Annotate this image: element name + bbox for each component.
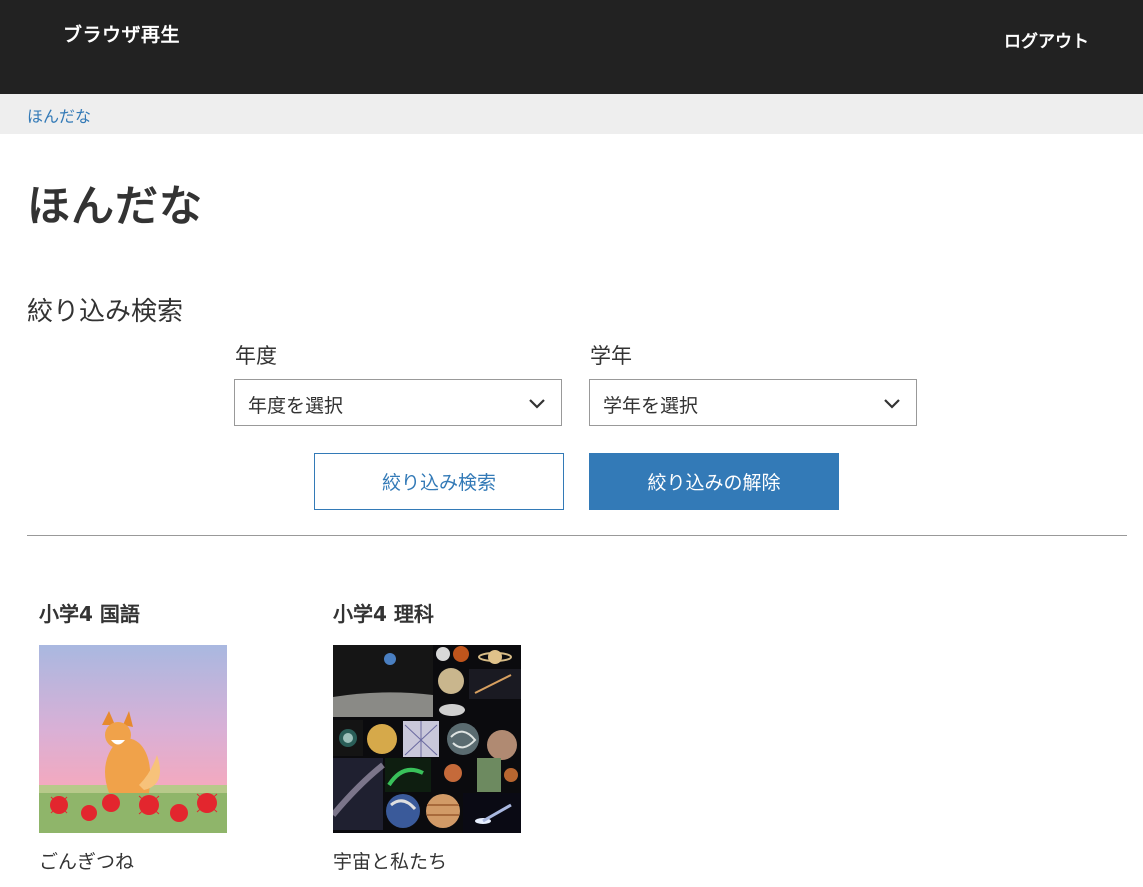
year-select-value: 年度を選択 xyxy=(248,395,344,417)
chevron-down-icon xyxy=(884,399,900,409)
book-title: 宇宙と私たち xyxy=(333,851,448,873)
book-subject: 小学4 国語 xyxy=(39,602,140,626)
year-select[interactable]: 年度を選択 xyxy=(234,379,562,426)
book-title: ごんぎつね xyxy=(39,851,135,873)
book-cover-fox[interactable] xyxy=(39,645,227,833)
year-label: 年度 xyxy=(235,344,277,368)
filter-search-button[interactable]: 絞り込み検索 xyxy=(314,453,564,510)
book-subject: 小学4 理科 xyxy=(333,602,434,626)
breadcrumb-link-bookshelf[interactable]: ほんだな xyxy=(27,103,91,127)
filter-heading: 絞り込み検索 xyxy=(27,297,184,327)
app-title: ブラウザ再生 xyxy=(63,24,181,46)
logout-link[interactable]: ログアウト xyxy=(1004,27,1089,52)
grade-select[interactable]: 学年を選択 xyxy=(589,379,917,426)
page-title: ほんだな xyxy=(27,182,203,232)
fox-illustration-icon xyxy=(39,645,227,833)
breadcrumb: ほんだな xyxy=(0,94,1143,134)
filter-clear-button[interactable]: 絞り込みの解除 xyxy=(589,453,839,510)
book-cover-space[interactable] xyxy=(333,645,521,833)
grade-select-value: 学年を選択 xyxy=(603,395,699,417)
divider xyxy=(27,535,1127,536)
chevron-down-icon xyxy=(529,399,545,409)
top-navbar: ブラウザ再生 ログアウト xyxy=(0,0,1143,94)
space-collage-icon xyxy=(333,645,521,833)
grade-label: 学年 xyxy=(590,344,632,368)
